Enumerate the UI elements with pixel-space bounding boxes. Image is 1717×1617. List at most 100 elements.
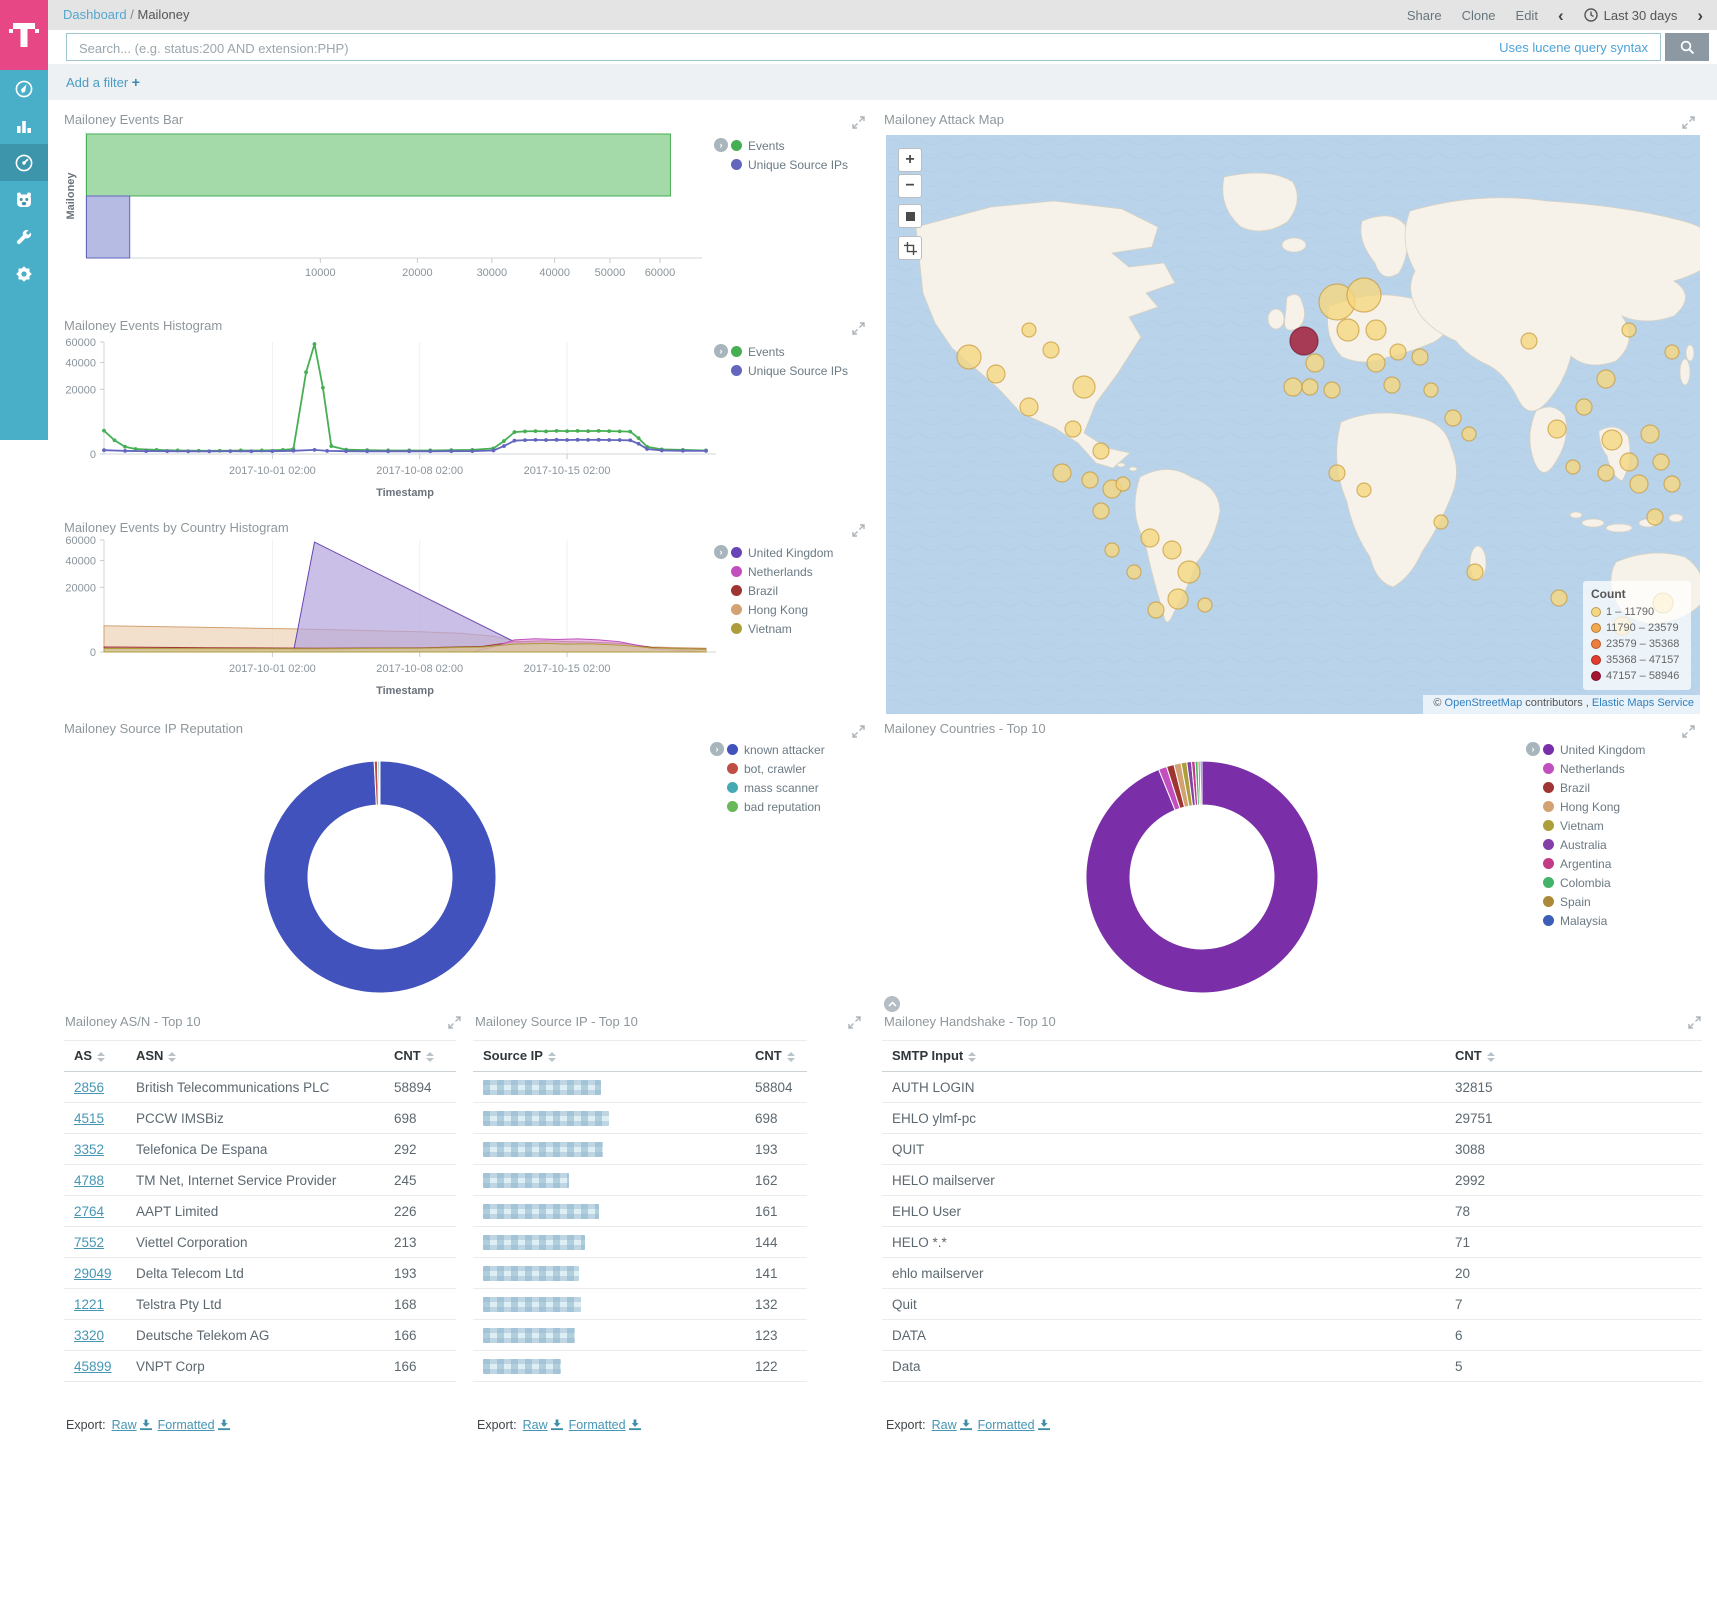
sort-icon: [968, 1052, 976, 1062]
sidebar-item-visualize[interactable]: [0, 107, 48, 144]
map-zoom-in-button[interactable]: +: [898, 148, 922, 172]
export-formatted-link[interactable]: Formatted: [158, 1418, 230, 1432]
legend-item[interactable]: Netherlands: [731, 562, 833, 581]
column-header-smtp-input[interactable]: SMTP Input: [882, 1041, 1445, 1072]
legend-toggle-icon[interactable]: ›: [714, 545, 728, 559]
sidebar-item-discover[interactable]: [0, 70, 48, 107]
legend-item[interactable]: Netherlands: [1543, 759, 1645, 778]
legend-item[interactable]: mass scanner: [727, 778, 825, 797]
legend-item[interactable]: known attacker: [727, 740, 825, 759]
sidebar-item-dashboard[interactable]: [0, 144, 48, 181]
legend-item[interactable]: Brazil: [731, 581, 833, 600]
legend-item[interactable]: United Kingdom: [1543, 740, 1645, 759]
map-legend-dot: [1591, 655, 1601, 665]
expand-panel-icon[interactable]: [852, 524, 866, 538]
expand-panel-icon[interactable]: [1682, 725, 1696, 739]
search-input[interactable]: [77, 37, 1411, 59]
download-icon: [1038, 1419, 1050, 1431]
time-range-label: Last 30 days: [1604, 8, 1678, 23]
expand-panel-icon[interactable]: [848, 1016, 862, 1030]
share-button[interactable]: Share: [1407, 8, 1442, 23]
legend-item[interactable]: Events: [731, 136, 848, 155]
expand-panel-icon[interactable]: [1682, 116, 1696, 130]
column-header-as[interactable]: AS: [64, 1041, 126, 1072]
legend-item[interactable]: Spain: [1543, 892, 1645, 911]
fit-square-icon: [906, 212, 915, 221]
legend-item[interactable]: Hong Kong: [731, 600, 833, 619]
collapse-row-button[interactable]: [884, 996, 900, 1012]
sidebar-item-plugins[interactable]: [0, 181, 48, 218]
expand-panel-icon[interactable]: [448, 1016, 462, 1030]
as-number-link[interactable]: 2856: [74, 1080, 104, 1095]
column-header-cnt[interactable]: CNT: [1445, 1041, 1702, 1072]
legend-toggle-icon[interactable]: ›: [1526, 742, 1540, 756]
legend-item[interactable]: Brazil: [1543, 778, 1645, 797]
legend-item[interactable]: Vietnam: [1543, 816, 1645, 835]
legend-color-dot: [1543, 877, 1554, 888]
lucene-syntax-link[interactable]: Uses lucene query syntax: [1499, 40, 1648, 55]
legend-item[interactable]: Hong Kong: [1543, 797, 1645, 816]
legend-item[interactable]: Argentina: [1543, 854, 1645, 873]
legend-item[interactable]: Unique Source IPs: [731, 155, 848, 174]
time-forward-button[interactable]: ›: [1697, 7, 1703, 24]
legend-item[interactable]: Events: [731, 342, 848, 361]
expand-panel-icon[interactable]: [852, 116, 866, 130]
time-picker[interactable]: Last 30 days: [1584, 8, 1678, 23]
legend-item[interactable]: bad reputation: [727, 797, 825, 816]
export-raw-link[interactable]: Raw: [932, 1418, 972, 1432]
column-header-source-ip[interactable]: Source IP: [473, 1041, 745, 1072]
export-formatted-link[interactable]: Formatted: [978, 1418, 1050, 1432]
as-number-link[interactable]: 3352: [74, 1142, 104, 1157]
export-raw-link[interactable]: Raw: [523, 1418, 563, 1432]
search-button[interactable]: [1665, 33, 1709, 61]
as-number-link[interactable]: 4515: [74, 1111, 104, 1126]
legend-item[interactable]: Vietnam: [731, 619, 833, 638]
asn-name-cell: Viettel Corporation: [126, 1227, 384, 1258]
map-fit-button[interactable]: [898, 204, 922, 228]
table-row: 4788TM Net, Internet Service Provider245: [64, 1165, 456, 1196]
as-number-link[interactable]: 7552: [74, 1235, 104, 1250]
legend-label: Vietnam: [1560, 819, 1604, 833]
export-formatted-link[interactable]: Formatted: [569, 1418, 641, 1432]
as-number-link[interactable]: 3320: [74, 1328, 104, 1343]
map-zoom-out-button[interactable]: −: [898, 174, 922, 198]
as-number-link[interactable]: 29049: [74, 1266, 112, 1281]
column-header-asn[interactable]: ASN: [126, 1041, 384, 1072]
sidebar-item-dev-tools[interactable]: [0, 218, 48, 255]
elastic-maps-link[interactable]: Elastic Maps Service: [1592, 697, 1694, 709]
sidebar-item-management[interactable]: [0, 255, 48, 292]
legend-item[interactable]: Malaysia: [1543, 911, 1645, 930]
cnt-cell: 58804: [745, 1072, 807, 1103]
expand-panel-icon[interactable]: [852, 322, 866, 336]
legend-item[interactable]: bot, crawler: [727, 759, 825, 778]
edit-button[interactable]: Edit: [1516, 8, 1538, 23]
clone-button[interactable]: Clone: [1462, 8, 1496, 23]
as-number-link[interactable]: 1221: [74, 1297, 104, 1312]
export-raw-link[interactable]: Raw: [112, 1418, 152, 1432]
export-label: Export:: [477, 1418, 517, 1432]
map-select-area-button[interactable]: [898, 236, 922, 260]
legend-item[interactable]: Australia: [1543, 835, 1645, 854]
as-number-link[interactable]: 2764: [74, 1204, 104, 1219]
legend-events-bar: ›EventsUnique Source IPs: [714, 136, 848, 174]
legend-toggle-icon[interactable]: ›: [714, 138, 728, 152]
legend-color-dot: [731, 547, 742, 558]
legend-item[interactable]: Unique Source IPs: [731, 361, 848, 380]
legend-item[interactable]: Colombia: [1543, 873, 1645, 892]
attack-map[interactable]: + − Count 1 – 1179011790 – 2357923579 – …: [886, 135, 1700, 714]
expand-panel-icon[interactable]: [1688, 1016, 1702, 1030]
as-number-link[interactable]: 45899: [74, 1359, 112, 1374]
breadcrumb-dashboard-link[interactable]: Dashboard: [63, 7, 127, 22]
tmobile-logo[interactable]: [0, 0, 48, 70]
column-header-cnt[interactable]: CNT: [745, 1041, 807, 1072]
add-filter-link[interactable]: Add a filter +: [66, 74, 140, 90]
column-header-cnt[interactable]: CNT: [384, 1041, 456, 1072]
map-legend-label: 23579 – 35368: [1606, 638, 1679, 650]
as-number-link[interactable]: 4788: [74, 1173, 104, 1188]
time-back-button[interactable]: ‹: [1558, 7, 1564, 24]
legend-item[interactable]: United Kingdom: [731, 543, 833, 562]
legend-toggle-icon[interactable]: ›: [714, 344, 728, 358]
openstreetmap-link[interactable]: OpenStreetMap: [1445, 697, 1523, 709]
expand-panel-icon[interactable]: [852, 725, 866, 739]
legend-toggle-icon[interactable]: ›: [710, 742, 724, 756]
